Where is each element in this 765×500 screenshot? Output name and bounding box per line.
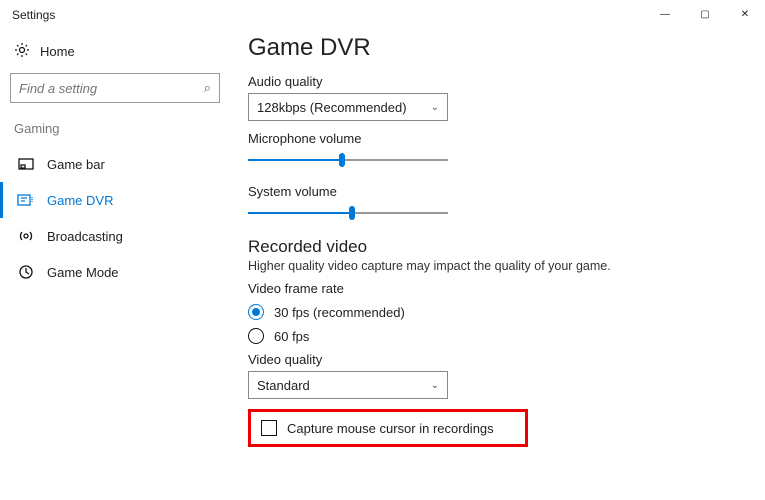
checkbox-icon <box>261 420 277 436</box>
radio-icon <box>248 304 264 320</box>
recorded-desc: Higher quality video capture may impact … <box>248 259 745 273</box>
radio-label: 60 fps <box>274 329 309 344</box>
home-nav[interactable]: Home <box>10 36 230 67</box>
window-title: Settings <box>12 8 55 22</box>
minimize-button[interactable]: — <box>645 0 685 28</box>
search-box[interactable]: ⌕ <box>10 73 220 103</box>
category-title: Gaming <box>14 121 226 136</box>
audio-quality-dropdown[interactable]: 128kbps (Recommended) ⌄ <box>248 93 448 121</box>
recorded-heading: Recorded video <box>248 237 745 257</box>
gamemode-icon <box>17 265 35 279</box>
radio-60fps[interactable]: 60 fps <box>248 328 745 344</box>
radio-label: 30 fps (recommended) <box>274 305 405 320</box>
home-label: Home <box>40 44 75 59</box>
sidebar-item-gamebar[interactable]: Game bar <box>0 146 230 182</box>
dvr-icon <box>17 194 35 206</box>
audio-quality-value: 128kbps (Recommended) <box>257 100 407 115</box>
slider-thumb[interactable] <box>339 153 345 167</box>
sidebar-item-label: Game Mode <box>47 265 119 280</box>
mic-volume-label: Microphone volume <box>248 131 745 146</box>
search-input[interactable] <box>19 81 204 96</box>
radio-icon <box>248 328 264 344</box>
video-quality-value: Standard <box>257 378 310 393</box>
sidebar-item-label: Game bar <box>47 157 105 172</box>
sys-volume-slider[interactable] <box>248 203 448 223</box>
sidebar-item-label: Game DVR <box>47 193 113 208</box>
sidebar-item-label: Broadcasting <box>47 229 123 244</box>
highlighted-region: Capture mouse cursor in recordings <box>248 409 528 447</box>
video-quality-label: Video quality <box>248 352 745 367</box>
chevron-down-icon: ⌄ <box>431 380 439 391</box>
radio-30fps[interactable]: 30 fps (recommended) <box>248 304 745 320</box>
sidebar-item-gamemode[interactable]: Game Mode <box>0 254 230 290</box>
gear-icon <box>14 42 30 61</box>
broadcast-icon <box>17 229 35 243</box>
maximize-button[interactable]: ▢ <box>685 0 725 28</box>
page-title: Game DVR <box>248 34 745 62</box>
gamebar-icon <box>17 158 35 170</box>
close-button[interactable]: ✕ <box>725 0 765 28</box>
search-icon: ⌕ <box>204 80 211 96</box>
video-quality-dropdown[interactable]: Standard ⌄ <box>248 371 448 399</box>
checkbox-label: Capture mouse cursor in recordings <box>287 421 494 436</box>
chevron-down-icon: ⌄ <box>431 102 439 113</box>
sidebar-item-gamedvr[interactable]: Game DVR <box>0 182 230 218</box>
capture-cursor-checkbox[interactable]: Capture mouse cursor in recordings <box>261 420 515 436</box>
mic-volume-slider[interactable] <box>248 150 448 170</box>
framerate-label: Video frame rate <box>248 281 745 296</box>
sys-volume-label: System volume <box>248 184 745 199</box>
audio-quality-label: Audio quality <box>248 74 745 89</box>
slider-thumb[interactable] <box>349 206 355 220</box>
sidebar-item-broadcasting[interactable]: Broadcasting <box>0 218 230 254</box>
